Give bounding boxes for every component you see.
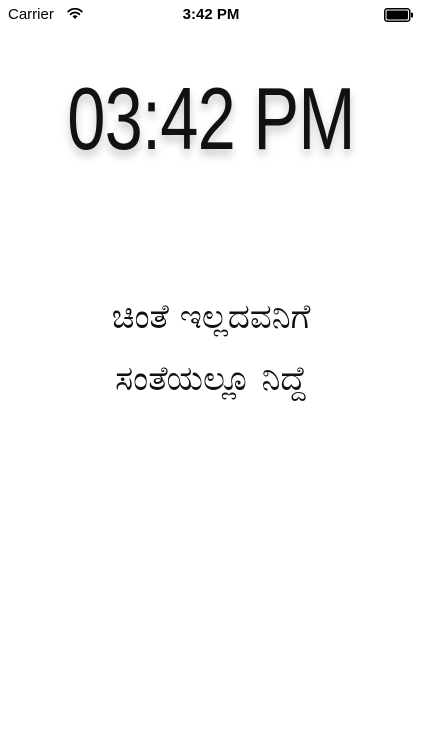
proverb-line-2: ಸಂತೆಯಲ್ಲೂ ನಿದ್ದೆ [115, 359, 307, 399]
proverb-text: ಚಿಂತೆ ಇಲ್ಲದವನಿಗೆ ಸಂತೆಯಲ್ಲೂ ನಿದ್ದೆ [0, 286, 422, 410]
proverb-line-1: ಚಿಂತೆ ಇಲ್ಲದವನಿಗೆ [111, 297, 311, 337]
status-time: 3:42 PM [182, 6, 240, 23]
battery-icon [384, 8, 413, 22]
status-bar: Carrier 3:42 PM [0, 0, 422, 30]
clock-display: 03:42 PM [67, 69, 355, 168]
